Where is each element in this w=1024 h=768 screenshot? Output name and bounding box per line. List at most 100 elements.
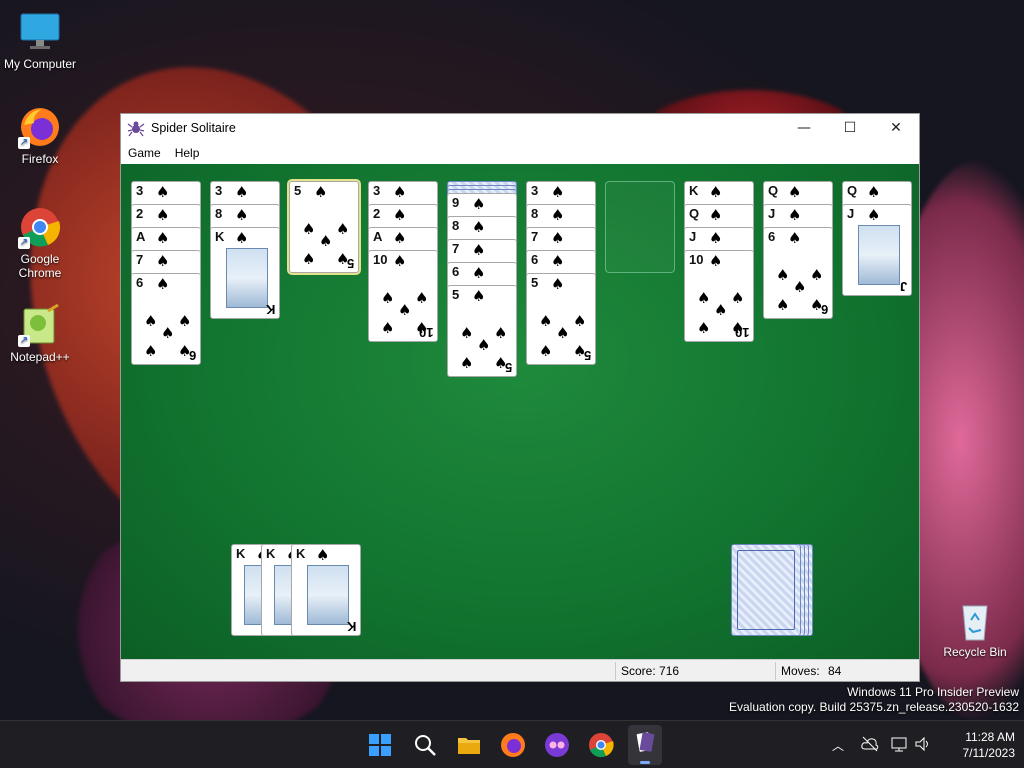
spade-icon: ♠ (381, 319, 395, 337)
spade-icon: ♠ (810, 266, 824, 284)
desktop-icon-label: My Computer (3, 57, 77, 71)
playing-card[interactable]: J ♠ J (842, 204, 912, 296)
shortcut-arrow-icon: ↗ (18, 237, 30, 249)
spade-icon: ♠ (573, 312, 587, 330)
playing-card[interactable]: 10 ♠ ♠ ♠ ♠ ♠ ♠ 10 (684, 250, 754, 342)
card-rank: Q (768, 183, 779, 198)
playing-card[interactable]: 6 ♠ ♠ ♠ ♠ ♠ ♠ 6 (131, 273, 201, 365)
clock-date: 7/11/2023 (962, 746, 1016, 760)
chrome-icon[interactable] (587, 731, 615, 759)
card-rank: 2 (373, 206, 381, 221)
playing-card[interactable]: K ♠ K (210, 227, 280, 319)
card-rank-bottom: 10 (734, 325, 749, 340)
playing-card[interactable]: 10 ♠ ♠ ♠ ♠ ♠ ♠ 10 (368, 250, 438, 342)
stock-pile-card[interactable] (731, 544, 801, 636)
spade-icon: ♠ (709, 252, 723, 270)
os-watermark: Windows 11 Pro Insider Preview Evaluatio… (729, 685, 1019, 715)
minimize-button[interactable]: — (781, 114, 827, 142)
desktop-icon-firefox[interactable]: ↗ Firefox (0, 105, 80, 166)
firefox-icon[interactable] (499, 731, 527, 759)
playing-card[interactable]: 5 ♠ ♠ ♠ ♠ ♠ ♠ 5 (526, 273, 596, 365)
playing-card[interactable]: 5 ♠ ♠ ♠ ♠ ♠ ♠ 5 (289, 181, 359, 273)
volume-icon[interactable] (914, 735, 932, 756)
spider-icon (127, 119, 145, 137)
completed-sequence-card: K ♠ K (291, 544, 361, 636)
spade-icon: ♠ (709, 229, 723, 247)
show-hidden-icons-icon[interactable]: ︿ (832, 737, 844, 754)
card-rank: 3 (373, 183, 381, 198)
card-rank: 3 (531, 183, 539, 198)
game-table[interactable]: 3 ♠ 2 ♠ A ♠ 7 ♠ 6 ♠ ♠ ♠ ♠ ♠ ♠ 6 3 ♠ 8 ♠ K ♠ K 5 ♠ ♠ ♠ ♠ ♠ ♠ 5 3 ♠ 2 ♠ A ♠ 10 ♠… (121, 164, 919, 660)
card-rank: K (215, 229, 225, 244)
playing-card[interactable]: 5 ♠ ♠ ♠ ♠ ♠ ♠ 5 (447, 285, 517, 377)
card-rank: 7 (452, 241, 460, 256)
card-rank: 3 (136, 183, 144, 198)
spade-icon: ♠ (302, 250, 316, 268)
watermark-line: Windows 11 Pro Insider Preview (847, 685, 1019, 699)
file-explorer-icon[interactable] (455, 731, 483, 759)
spider-solitaire-window: Spider Solitaire — ☐ ✕ Game Help 3 ♠ 2 ♠ A ♠ 7… (120, 113, 920, 682)
spade-icon: ♠ (867, 206, 881, 224)
card-rank: 6 (136, 275, 144, 290)
desktop-icon-my-computer[interactable]: My Computer (0, 10, 80, 71)
spider-solitaire-taskbar-button[interactable] (628, 725, 662, 765)
spade-icon: ♠ (156, 229, 170, 247)
card-rank: 9 (452, 195, 460, 210)
desktop-icon-recycle-bin[interactable]: Recycle Bin (935, 598, 1015, 659)
card-rank: K (236, 546, 246, 561)
spider-solitaire-icon (636, 732, 655, 752)
card-rank: A (136, 229, 146, 244)
title-bar[interactable]: Spider Solitaire — ☐ ✕ (121, 114, 919, 142)
maximize-button[interactable]: ☐ (827, 114, 873, 142)
app-icon[interactable] (543, 731, 571, 759)
menu-help[interactable]: Help (168, 146, 207, 160)
clock[interactable]: 11:28 AM 7/11/2023 (945, 721, 1016, 768)
spade-icon: ♠ (235, 206, 249, 224)
cloud-offline-icon[interactable] (860, 735, 880, 756)
desktop-icon-notepad-plus-plus[interactable]: ↗ Notepad++ (0, 303, 80, 364)
taskbar: ︿ 11:28 AM 7/11/2023 (0, 720, 1024, 768)
spade-icon: ♠ (539, 342, 553, 360)
spade-icon: ♠ (472, 195, 486, 213)
card-rank: 8 (531, 206, 539, 221)
card-rank: K (296, 546, 306, 561)
card-rank-bottom: 10 (418, 325, 433, 340)
card-rank: J (768, 206, 776, 221)
spade-icon: ♠ (793, 278, 807, 296)
spade-icon: ♠ (788, 183, 802, 201)
system-tray: ︿ (828, 721, 938, 768)
spade-icon: ♠ (460, 324, 474, 342)
close-button[interactable]: ✕ (873, 114, 919, 142)
card-rank-bottom: 6 (820, 302, 828, 317)
card-rank: 2 (136, 206, 144, 221)
shortcut-arrow-icon: ↗ (18, 137, 30, 149)
start-icon[interactable] (366, 731, 394, 759)
spade-icon: ♠ (393, 183, 407, 201)
status-bar: Score: 716 Moves: 84 (121, 659, 919, 681)
network-icon[interactable] (890, 735, 908, 756)
card-rank: 6 (531, 252, 539, 267)
spade-icon: ♠ (235, 229, 249, 247)
playing-card[interactable]: 6 ♠ ♠ ♠ ♠ ♠ ♠ 6 (763, 227, 833, 319)
spade-icon: ♠ (156, 183, 170, 201)
card-rank: K (266, 546, 276, 561)
card-rank-bottom: 6 (188, 348, 196, 363)
card-rank-bottom: 5 (504, 360, 512, 375)
spade-icon: ♠ (709, 183, 723, 201)
monitor-icon (18, 10, 62, 54)
spade-icon: ♠ (156, 252, 170, 270)
spade-icon: ♠ (551, 252, 565, 270)
empty-column-slot[interactable] (605, 181, 675, 273)
spade-icon: ♠ (144, 342, 158, 360)
spade-icon: ♠ (336, 220, 350, 238)
desktop-icon-google-chrome[interactable]: ↗ Google Chrome (0, 205, 80, 280)
spade-icon: ♠ (539, 312, 553, 330)
card-rank: 8 (215, 206, 223, 221)
search-icon[interactable] (411, 731, 439, 759)
active-indicator (640, 761, 650, 764)
spade-icon: ♠ (551, 229, 565, 247)
spade-icon: ♠ (393, 252, 407, 270)
spade-icon: ♠ (178, 312, 192, 330)
menu-game[interactable]: Game (121, 146, 168, 160)
spade-icon: ♠ (551, 183, 565, 201)
